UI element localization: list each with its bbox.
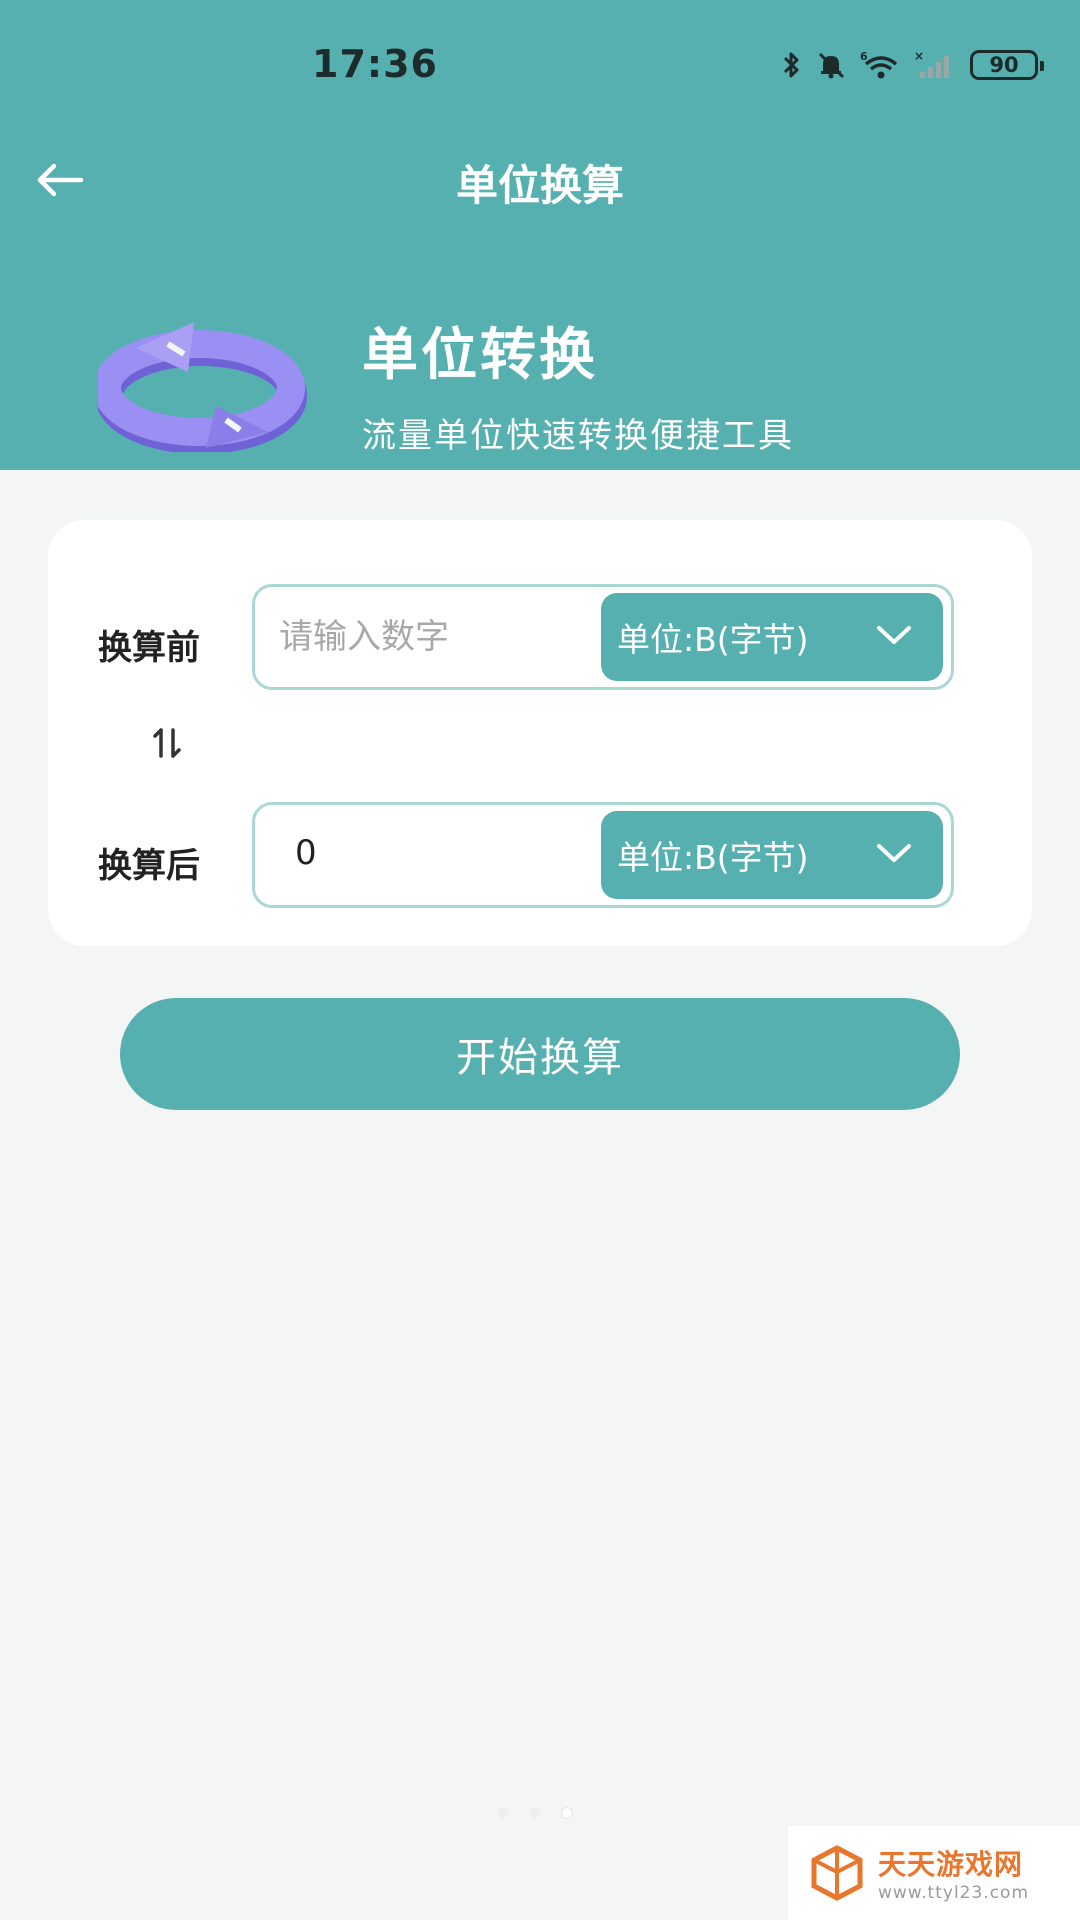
after-label: 换算后: [98, 846, 200, 886]
after-unit-select[interactable]: 单位:B(字节): [601, 811, 943, 899]
battery-icon: 90: [970, 50, 1044, 80]
watermark-name: 天天游戏网: [878, 1848, 1024, 1881]
swap-vertical-icon[interactable]: [152, 726, 182, 760]
converter-card: 换算前 单位:B(字节) 换算后 0 单位:B(字节): [48, 520, 1032, 946]
after-unit-label: 单位:B(字节): [617, 838, 809, 877]
before-field: 单位:B(字节): [252, 584, 954, 690]
before-label: 换算前: [98, 628, 200, 668]
watermark-url: www.ttyl23.com: [878, 1883, 1030, 1903]
svg-text:6: 6: [860, 50, 868, 63]
page-dot: [498, 1808, 508, 1818]
after-field: 0 单位:B(字节): [252, 802, 954, 908]
chevron-down-icon: [877, 844, 911, 862]
before-unit-label: 单位:B(字节): [617, 620, 809, 659]
unit-converter-screen: 17:36 6 × 90 单位换算 单位转换 流量单位快速转换便捷工具 换算前 …: [0, 0, 1080, 1920]
header: 17:36 6 × 90 单位换算 单位转换 流量单位快速转换便捷工具: [0, 0, 1080, 470]
refresh-cycle-icon: [93, 312, 308, 454]
svg-text:×: ×: [914, 50, 924, 63]
status-time: 17:36: [312, 42, 438, 86]
cellular-signal-icon: ×: [914, 50, 956, 80]
chevron-down-icon: [877, 626, 911, 644]
page-indicator: [498, 1808, 572, 1818]
start-convert-button[interactable]: 开始换算: [120, 998, 960, 1110]
status-icons: 6 × 90: [782, 48, 1044, 82]
page-dot-active: [562, 1808, 572, 1818]
nav-bar: 单位换算: [0, 130, 1080, 230]
page-title: 单位换算: [455, 161, 624, 210]
before-unit-select[interactable]: 单位:B(字节): [601, 593, 943, 681]
bell-off-icon: [816, 50, 846, 80]
after-value: 0: [295, 833, 317, 873]
status-bar: 17:36 6 × 90: [0, 0, 1080, 130]
page-dot: [530, 1808, 540, 1818]
before-input[interactable]: [279, 587, 599, 687]
hero-subtitle: 流量单位快速转换便捷工具: [362, 416, 794, 456]
bluetooth-icon: [782, 50, 802, 80]
watermark-logo-icon: [811, 1845, 863, 1901]
hero-title: 单位转换: [362, 323, 598, 388]
wifi-icon: 6: [860, 50, 900, 80]
watermark: 天天游戏网 www.ttyl23.com: [788, 1826, 1080, 1920]
battery-level: 90: [989, 53, 1019, 77]
